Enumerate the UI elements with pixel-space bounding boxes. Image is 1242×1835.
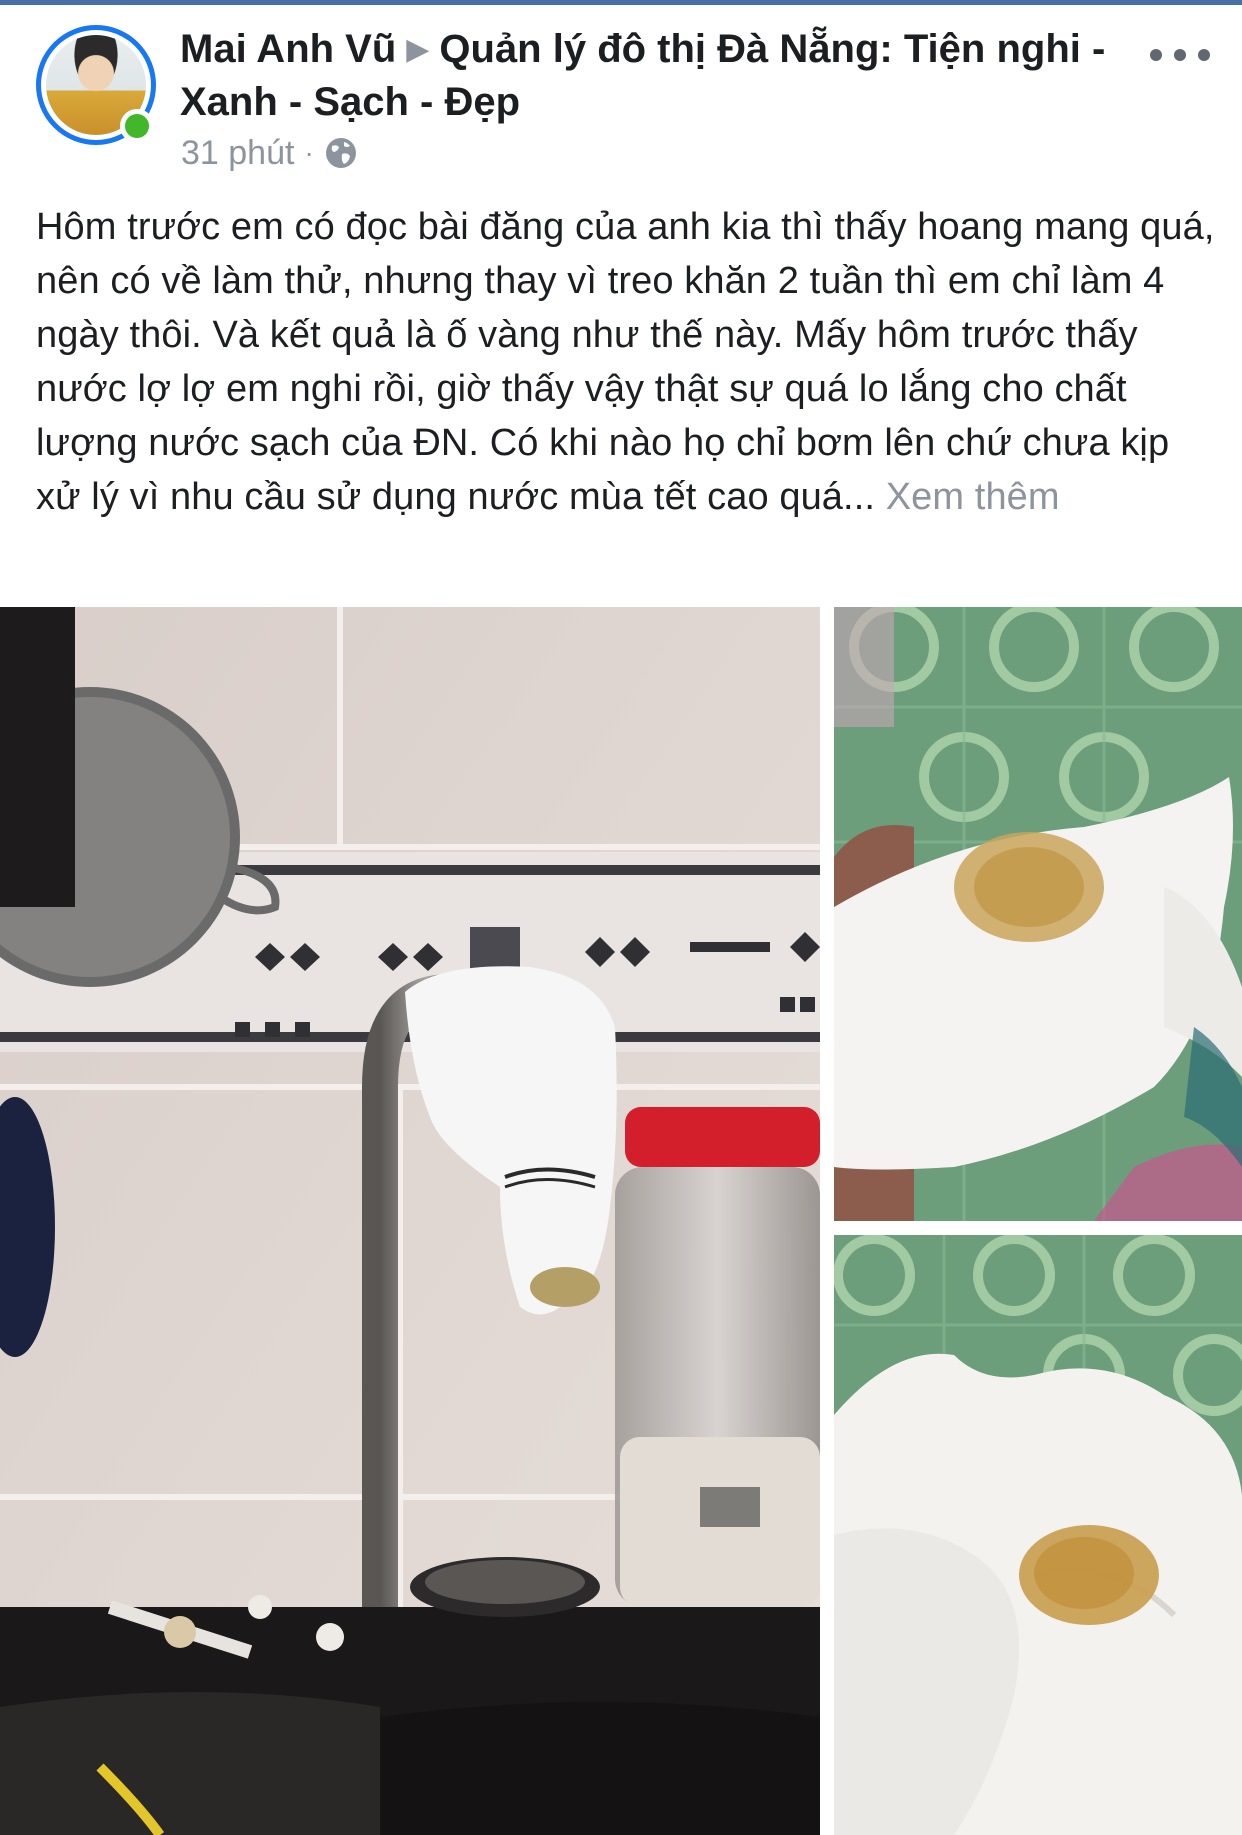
arrow-icon: ▶ [406, 33, 430, 66]
photo-grid [0, 607, 1242, 1835]
more-dot [1198, 49, 1210, 61]
stained-cloth-photo-2[interactable] [834, 1235, 1242, 1835]
more-options-icon[interactable] [1150, 35, 1210, 75]
post-time[interactable]: 31 phút [181, 134, 294, 173]
post-body: Hôm trước em có đọc bài đăng của anh kia… [36, 200, 1216, 524]
author-name[interactable]: Mai Anh Vũ [180, 27, 396, 71]
meta-separator: · [304, 137, 314, 168]
post-body-text: Hôm trước em có đọc bài đăng của anh kia… [36, 206, 1215, 518]
post-header: Mai Anh Vũ ▶ Quản lý đô thị Đà Nẵng: Tiện … [0, 5, 1242, 180]
avatar[interactable] [36, 25, 156, 145]
faucet-with-cloth-photo[interactable] [0, 607, 820, 1835]
online-status-dot [120, 109, 154, 143]
stained-cloth-photo-1[interactable] [834, 607, 1242, 1221]
post-meta: 31 phút · [181, 133, 358, 173]
more-dot [1150, 49, 1162, 61]
see-more-link[interactable]: Xem thêm [886, 476, 1060, 518]
post-title: Mai Anh Vũ ▶ Quản lý đô thị Đà Nẵng: Tiện … [180, 23, 1140, 128]
globe-icon [324, 136, 358, 170]
more-dot [1174, 49, 1186, 61]
